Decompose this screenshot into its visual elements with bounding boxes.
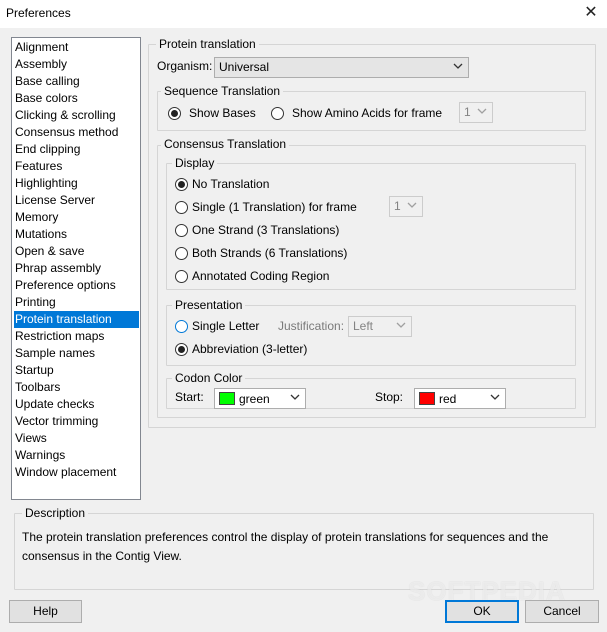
sequence-frame-select[interactable]: 1 [459,102,493,123]
cancel-button[interactable]: Cancel [525,600,599,623]
no-translation-label[interactable]: No Translation [192,177,269,191]
chevron-down-icon [490,394,500,400]
single-letter-radio[interactable] [175,320,188,333]
chevron-down-icon [290,394,300,400]
sidebar-item[interactable]: Window placement [14,464,139,481]
abbreviation-radio[interactable] [175,343,188,356]
sidebar-item[interactable]: Features [14,158,139,175]
sidebar-item[interactable]: Phrap assembly [14,260,139,277]
sidebar-item[interactable]: Memory [14,209,139,226]
start-color-swatch [219,392,235,405]
justification-label: Justification: [278,319,345,333]
both-strands-label[interactable]: Both Strands (6 Translations) [192,246,347,260]
organism-select[interactable]: Universal [214,57,469,78]
chevron-down-icon [396,322,406,328]
sidebar-item[interactable]: License Server [14,192,139,209]
consensus-frame-value: 1 [394,199,401,213]
chevron-down-icon [407,202,417,208]
chevron-down-icon [477,108,487,114]
codon-color-legend: Codon Color [172,371,246,385]
abbreviation-label[interactable]: Abbreviation (3-letter) [192,342,307,356]
description-legend: Description [22,506,89,520]
window-title: Preferences [6,6,71,20]
category-list[interactable]: Alignment Assembly Base calling Base colors… [11,37,141,500]
organism-label: Organism: [157,59,213,73]
help-button[interactable]: Help [9,600,82,623]
sidebar-item[interactable]: Update checks [14,396,139,413]
close-icon[interactable]: ✕ [578,1,604,25]
organism-value: Universal [219,60,270,74]
stop-color-select[interactable]: red [414,388,506,409]
sidebar-item[interactable]: Consensus method [14,124,139,141]
sequence-translation-legend: Sequence Translation [161,84,284,98]
sidebar-item[interactable]: Assembly [14,56,139,73]
justification-value: Left [353,319,374,333]
sidebar-item[interactable]: Clicking & scrolling [14,107,139,124]
description-text: The protein translation preferences cont… [22,530,549,563]
single-letter-label[interactable]: Single Letter [192,319,259,333]
consensus-frame-select[interactable]: 1 [389,196,423,217]
title-bar: Preferences ✕ [0,0,607,28]
sidebar-item[interactable]: End clipping [14,141,139,158]
sidebar-item[interactable]: Protein translation [14,311,139,328]
stop-color-label: Stop: [375,390,404,404]
sidebar-item[interactable]: Base colors [14,90,139,107]
show-amino-acids-label[interactable]: Show Amino Acids for frame [292,106,442,120]
annotated-coding-region-label[interactable]: Annotated Coding Region [192,269,329,283]
ok-button[interactable]: OK [445,600,519,623]
sidebar-item[interactable]: Sample names [14,345,139,362]
single-translation-label[interactable]: Single (1 Translation) for frame [192,200,357,214]
annotated-coding-region-radio[interactable] [175,270,188,283]
sidebar-item[interactable]: Startup [14,362,139,379]
show-bases-label[interactable]: Show Bases [189,106,256,120]
both-strands-radio[interactable] [175,247,188,260]
start-color-select[interactable]: green [214,388,306,409]
one-strand-label[interactable]: One Strand (3 Translations) [192,223,339,237]
presentation-legend: Presentation [172,298,246,312]
start-color-label: Start: [175,390,204,404]
sidebar-item[interactable]: Warnings [14,447,139,464]
chevron-down-icon [453,63,463,69]
consensus-translation-legend: Consensus Translation [161,137,290,151]
start-color-value: green [239,392,270,406]
single-translation-radio[interactable] [175,201,188,214]
stop-color-swatch [419,392,435,405]
show-bases-radio[interactable] [168,107,181,120]
display-legend: Display [172,156,218,170]
sidebar-item[interactable]: Open & save [14,243,139,260]
sidebar-item[interactable]: Preference options [14,277,139,294]
sidebar-item[interactable]: Base calling [14,73,139,90]
sidebar-item[interactable]: Highlighting [14,175,139,192]
show-amino-acids-radio[interactable] [271,107,284,120]
sidebar-item[interactable]: Toolbars [14,379,139,396]
sidebar-item[interactable]: Alignment [14,39,139,56]
sidebar-item[interactable]: Mutations [14,226,139,243]
stop-color-value: red [439,392,457,406]
sidebar-item[interactable]: Printing [14,294,139,311]
sidebar-item[interactable]: Restriction maps [14,328,139,345]
one-strand-radio[interactable] [175,224,188,237]
justification-select[interactable]: Left [348,316,412,337]
sidebar-item[interactable]: Vector trimming [14,413,139,430]
sidebar-item[interactable]: Views [14,430,139,447]
sequence-frame-value: 1 [464,105,471,119]
protein-translation-legend: Protein translation [156,37,259,51]
no-translation-radio[interactable] [175,178,188,191]
